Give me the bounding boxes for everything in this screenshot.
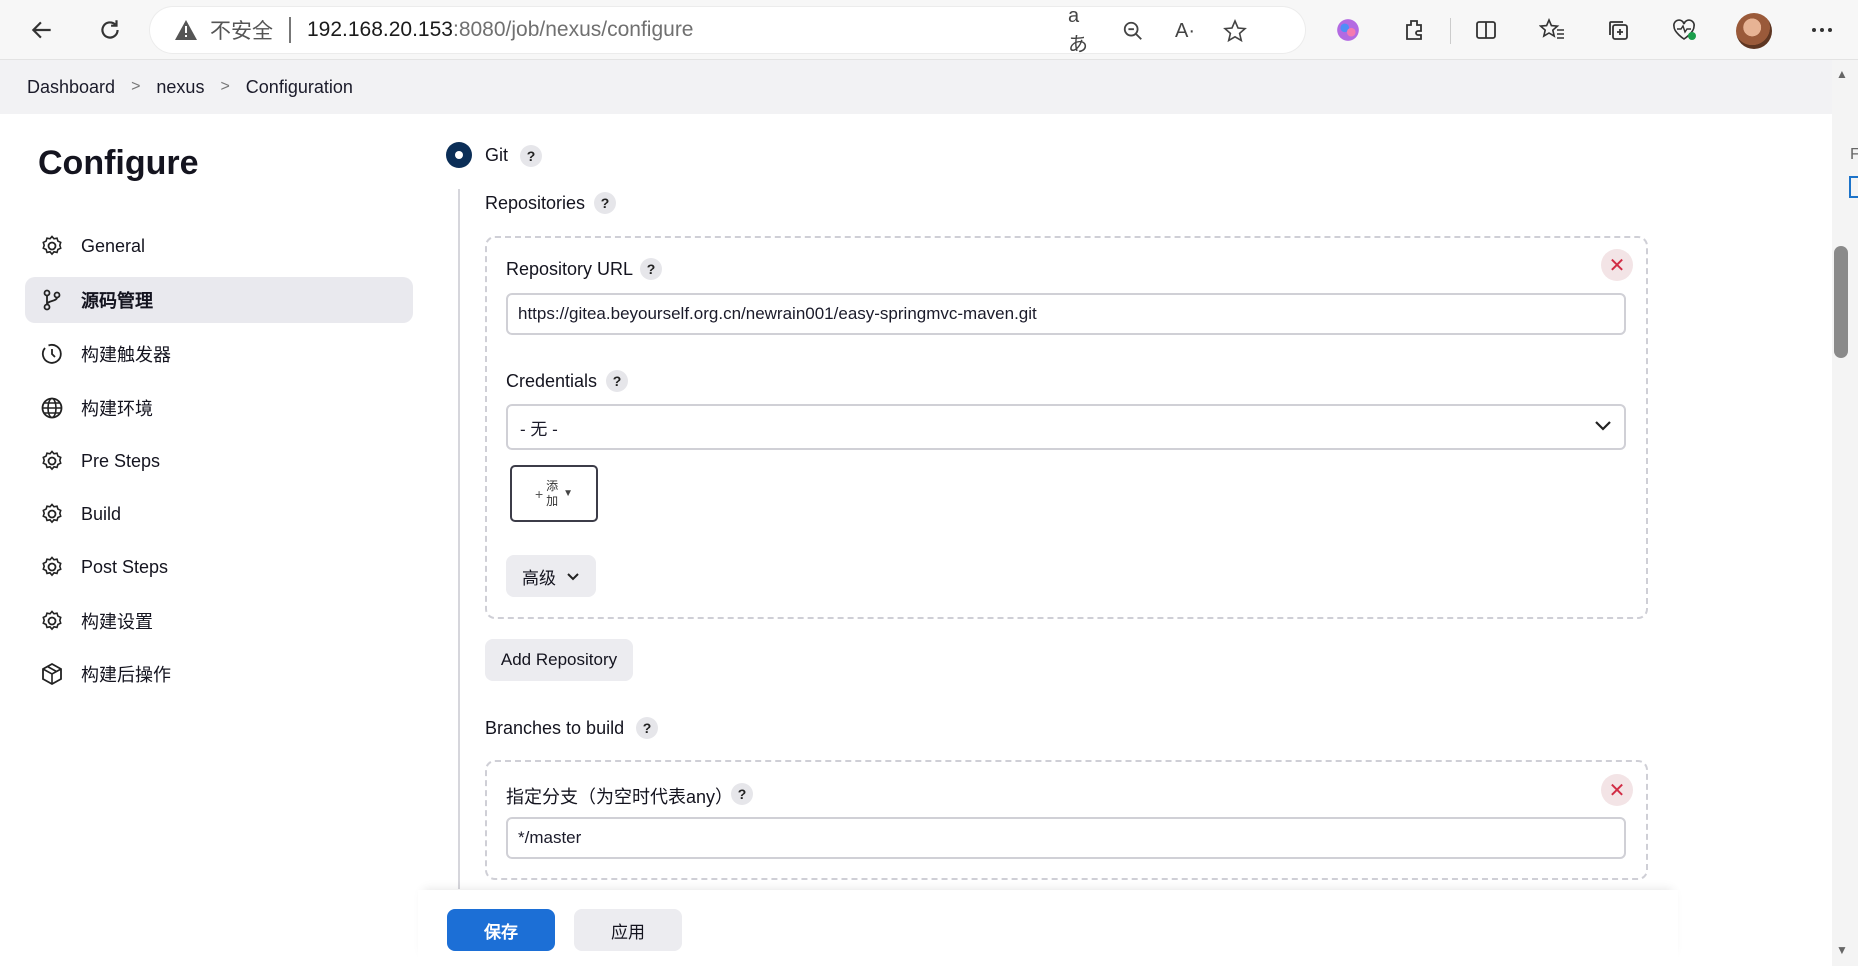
breadcrumb-configuration[interactable]: Configuration bbox=[246, 77, 353, 98]
advanced-label: 高级 bbox=[522, 568, 556, 588]
address-bar[interactable]: 不安全 192.168.20.153 :8080/job/nexus/confi… bbox=[150, 5, 1305, 56]
translate-icon[interactable]: aあ bbox=[1068, 5, 1098, 56]
gear-icon bbox=[39, 233, 65, 259]
split-screen-icon[interactable] bbox=[1468, 12, 1504, 48]
sidebar-item-pre-steps[interactable]: Pre Steps bbox=[25, 438, 413, 484]
copilot-icon[interactable] bbox=[1330, 12, 1366, 48]
credentials-selected-value: - 无 - bbox=[520, 419, 558, 439]
collections-icon[interactable] bbox=[1600, 12, 1636, 48]
breadcrumb-separator: > bbox=[131, 78, 141, 95]
sidebar-item-general[interactable]: General bbox=[25, 223, 413, 269]
gear-icon bbox=[39, 448, 65, 474]
offscreen-text-fragment: F bbox=[1850, 146, 1858, 163]
toolbar-divider bbox=[1450, 18, 1451, 44]
breadcrumb-dashboard[interactable]: Dashboard bbox=[27, 77, 115, 98]
sidebar-item-post-steps[interactable]: Post Steps bbox=[25, 544, 413, 590]
apply-button[interactable]: 应用 bbox=[574, 909, 682, 951]
profile-avatar[interactable] bbox=[1736, 13, 1772, 49]
back-button[interactable] bbox=[22, 10, 62, 50]
credentials-help-icon[interactable]: ? bbox=[606, 370, 628, 392]
zoom-out-icon[interactable] bbox=[1118, 16, 1148, 46]
refresh-button[interactable] bbox=[90, 10, 130, 50]
credentials-label: Credentials bbox=[506, 371, 598, 391]
repository-url-help-icon[interactable]: ? bbox=[640, 258, 662, 280]
extensions-icon[interactable] bbox=[1396, 12, 1432, 48]
remove-repository-close-icon[interactable]: ✕ bbox=[1601, 249, 1633, 281]
more-menu-icon[interactable] bbox=[1804, 12, 1840, 48]
repositories-label: Repositories bbox=[485, 193, 586, 213]
branches-help-icon[interactable]: ? bbox=[636, 717, 658, 739]
url-path[interactable]: :8080/job/nexus/configure bbox=[453, 18, 694, 42]
sidebar-item-post-build-actions[interactable]: 构建后操作 bbox=[25, 651, 413, 697]
insecure-label[interactable]: 不安全 bbox=[210, 15, 273, 45]
sidebar-item-label: Post Steps bbox=[81, 556, 169, 577]
clock-icon bbox=[39, 341, 65, 367]
repository-url-input[interactable]: https://gitea.beyourself.org.cn/newrain0… bbox=[506, 293, 1626, 335]
branch-specifier-label: 指定分支（为空时代表any） bbox=[506, 787, 734, 807]
gear-icon bbox=[39, 501, 65, 527]
git-radio[interactable] bbox=[446, 142, 472, 168]
git-label: Git bbox=[485, 145, 509, 165]
scroll-down-arrow-icon[interactable]: ▼ bbox=[1836, 944, 1848, 956]
branch-specifier-input[interactable]: */master bbox=[506, 817, 1626, 859]
add-repository-button[interactable]: Add Repository bbox=[485, 639, 633, 681]
advanced-button[interactable]: 高级 bbox=[506, 555, 596, 597]
back-arrow-icon bbox=[31, 21, 51, 39]
repositories-help-icon[interactable]: ? bbox=[594, 192, 616, 214]
sidebar-item-build-triggers[interactable]: 构建触发器 bbox=[25, 331, 413, 377]
browser-essentials-icon[interactable] bbox=[1666, 12, 1702, 48]
breadcrumb-separator: > bbox=[220, 78, 230, 95]
url-host[interactable]: 192.168.20.153 bbox=[307, 18, 453, 42]
sidebar-item-source-code[interactable]: 源码管理 bbox=[25, 277, 413, 323]
remove-branch-close-icon[interactable]: ✕ bbox=[1601, 774, 1633, 806]
section-guide-line bbox=[458, 189, 460, 889]
sidebar-item-label: 构建后操作 bbox=[81, 665, 171, 685]
credentials-select[interactable]: - 无 - bbox=[506, 404, 1626, 450]
sidebar-item-label: 构建设置 bbox=[81, 612, 153, 632]
sidebar-item-label: 构建环境 bbox=[81, 399, 153, 419]
page-title: Configure bbox=[38, 144, 199, 182]
git-help-icon[interactable]: ? bbox=[520, 145, 542, 167]
save-button[interactable]: 保存 bbox=[447, 909, 555, 951]
breadcrumb: Dashboard > nexus > Configuration bbox=[0, 60, 1832, 114]
add-button-label: 添加 bbox=[546, 478, 559, 508]
globe-icon bbox=[39, 395, 65, 421]
browser-toolbar: 不安全 192.168.20.153 :8080/job/nexus/confi… bbox=[0, 0, 1858, 60]
favorites-icon[interactable] bbox=[1534, 12, 1570, 48]
plus-icon: + bbox=[534, 485, 544, 502]
refresh-icon bbox=[101, 20, 119, 39]
branches-to-build-label: Branches to build bbox=[485, 718, 625, 738]
branch-icon bbox=[39, 287, 65, 313]
gear-icon bbox=[39, 554, 65, 580]
sidebar-item-label: 构建触发器 bbox=[81, 345, 171, 365]
caret-down-icon: ▼ bbox=[563, 488, 574, 499]
sidebar-item-build-environment[interactable]: 构建环境 bbox=[25, 385, 413, 431]
chevron-down-icon bbox=[1594, 417, 1612, 437]
chevron-down-icon bbox=[566, 566, 580, 586]
add-credentials-button[interactable]: + 添加 ▼ bbox=[510, 465, 598, 522]
address-separator bbox=[289, 17, 291, 43]
read-aloud-icon[interactable]: A· bbox=[1170, 16, 1200, 46]
scroll-up-arrow-icon[interactable]: ▲ bbox=[1836, 68, 1848, 80]
breadcrumb-nexus[interactable]: nexus bbox=[156, 77, 204, 98]
warning-icon[interactable] bbox=[174, 19, 198, 41]
scrollbar-thumb[interactable] bbox=[1834, 246, 1848, 358]
sidebar-item-label: 源码管理 bbox=[81, 291, 153, 311]
sidebar-item-label: General bbox=[81, 235, 146, 256]
favorite-star-icon[interactable] bbox=[1220, 16, 1250, 46]
sidebar-item-build[interactable]: Build bbox=[25, 491, 413, 537]
offscreen-input-fragment bbox=[1849, 176, 1858, 198]
gear-icon bbox=[39, 608, 65, 634]
branch-specifier-help-icon[interactable]: ? bbox=[731, 783, 753, 805]
sidebar-item-build-settings[interactable]: 构建设置 bbox=[25, 598, 413, 644]
sidebar-item-label: Pre Steps bbox=[81, 450, 161, 471]
repository-url-label: Repository URL bbox=[506, 259, 634, 279]
package-icon bbox=[39, 661, 65, 687]
sidebar-item-label: Build bbox=[81, 503, 122, 524]
